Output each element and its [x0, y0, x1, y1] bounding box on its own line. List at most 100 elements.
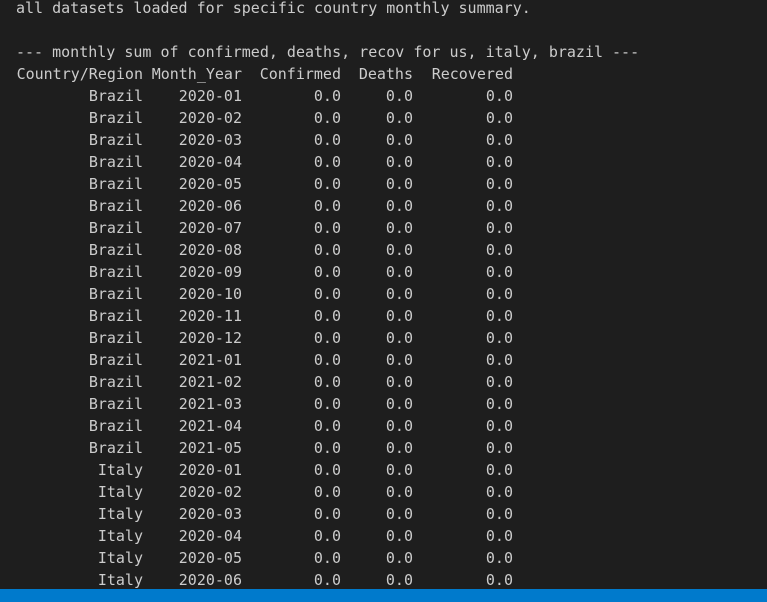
month-year-cell: 2020-04	[178, 527, 242, 545]
country-cell: Brazil	[88, 87, 143, 105]
table-row: Brazil 2020-10 0.0 0.0 0.0	[0, 283, 560, 305]
terminal-output[interactable]: all datasets loaded for specific country…	[0, 0, 767, 589]
deaths-cell: 0.0	[385, 351, 413, 369]
confirmed-cell: 0.0	[313, 87, 341, 105]
recovered-cell: 0.0	[485, 527, 513, 545]
deaths-cell: 0.0	[385, 505, 413, 523]
output-line-loaded: all datasets loaded for specific country…	[16, 0, 531, 17]
confirmed-cell: 0.0	[313, 263, 341, 281]
month-year-cell: 2021-05	[178, 439, 242, 457]
recovered-cell: 0.0	[485, 241, 513, 259]
month-year-cell: 2020-03	[178, 505, 242, 523]
deaths-cell: 0.0	[385, 461, 413, 479]
table-row: Brazil 2020-03 0.0 0.0 0.0	[0, 129, 560, 151]
recovered-cell: 0.0	[485, 175, 513, 193]
deaths-cell: 0.0	[385, 549, 413, 567]
month-year-cell: 2020-10	[178, 285, 242, 303]
confirmed-cell: 0.0	[313, 153, 341, 171]
recovered-cell: 0.0	[485, 549, 513, 567]
month-year-cell: 2020-01	[178, 461, 242, 479]
column-header-recovered: Recovered	[431, 65, 513, 83]
recovered-cell: 0.0	[485, 131, 513, 149]
confirmed-cell: 0.0	[313, 395, 341, 413]
confirmed-cell: 0.0	[313, 483, 341, 501]
confirmed-cell: 0.0	[313, 285, 341, 303]
month-year-cell: 2020-06	[178, 571, 242, 589]
month-year-cell: 2021-01	[178, 351, 242, 369]
deaths-cell: 0.0	[385, 285, 413, 303]
month-year-cell: 2021-02	[178, 373, 242, 391]
recovered-cell: 0.0	[485, 329, 513, 347]
country-cell: Brazil	[88, 263, 143, 281]
column-header-confirmed: Confirmed	[259, 65, 341, 83]
confirmed-cell: 0.0	[313, 241, 341, 259]
table-row: Italy 2020-04 0.0 0.0 0.0	[0, 525, 560, 547]
confirmed-cell: 0.0	[313, 175, 341, 193]
confirmed-cell: 0.0	[313, 373, 341, 391]
month-year-cell: 2020-12	[178, 329, 242, 347]
confirmed-cell: 0.0	[313, 197, 341, 215]
month-year-cell: 2020-05	[178, 175, 242, 193]
recovered-cell: 0.0	[485, 483, 513, 501]
confirmed-cell: 0.0	[313, 571, 341, 589]
deaths-cell: 0.0	[385, 131, 413, 149]
table-row: Brazil 2021-05 0.0 0.0 0.0	[0, 437, 560, 459]
recovered-cell: 0.0	[485, 417, 513, 435]
country-cell: Brazil	[88, 329, 143, 347]
table-row: Italy 2020-06 0.0 0.0 0.0	[0, 569, 560, 589]
recovered-cell: 0.0	[485, 307, 513, 325]
deaths-cell: 0.0	[385, 439, 413, 457]
table-header: Country/Region Month_Year Confirmed Deat…	[0, 63, 560, 85]
recovered-cell: 0.0	[485, 571, 513, 589]
country-cell: Brazil	[88, 241, 143, 259]
table-row: Brazil 2021-04 0.0 0.0 0.0	[0, 415, 560, 437]
country-cell: Brazil	[88, 395, 143, 413]
deaths-cell: 0.0	[385, 153, 413, 171]
month-year-cell: 2021-04	[178, 417, 242, 435]
country-cell: Italy	[97, 549, 143, 567]
table-row: Brazil 2020-02 0.0 0.0 0.0	[0, 107, 560, 129]
deaths-cell: 0.0	[385, 197, 413, 215]
deaths-cell: 0.0	[385, 175, 413, 193]
confirmed-cell: 0.0	[313, 461, 341, 479]
confirmed-cell: 0.0	[313, 131, 341, 149]
month-year-cell: 2020-08	[178, 241, 242, 259]
confirmed-cell: 0.0	[313, 439, 341, 457]
recovered-cell: 0.0	[485, 461, 513, 479]
country-cell: Brazil	[88, 373, 143, 391]
deaths-cell: 0.0	[385, 263, 413, 281]
confirmed-cell: 0.0	[313, 417, 341, 435]
column-header-deaths: Deaths	[358, 65, 413, 83]
table-row: Brazil 2020-06 0.0 0.0 0.0	[0, 195, 560, 217]
month-year-cell: 2020-04	[178, 153, 242, 171]
deaths-cell: 0.0	[385, 571, 413, 589]
recovered-cell: 0.0	[485, 219, 513, 237]
recovered-cell: 0.0	[485, 395, 513, 413]
month-year-cell: 2020-06	[178, 197, 242, 215]
deaths-cell: 0.0	[385, 109, 413, 127]
month-year-cell: 2020-03	[178, 131, 242, 149]
recovered-cell: 0.0	[485, 285, 513, 303]
table-row: Brazil 2020-07 0.0 0.0 0.0	[0, 217, 560, 239]
status-bar	[0, 589, 767, 602]
month-year-cell: 2020-02	[178, 483, 242, 501]
confirmed-cell: 0.0	[313, 351, 341, 369]
recovered-cell: 0.0	[485, 505, 513, 523]
deaths-cell: 0.0	[385, 373, 413, 391]
table-row: Brazil 2021-01 0.0 0.0 0.0	[0, 349, 560, 371]
deaths-cell: 0.0	[385, 395, 413, 413]
column-header-month-year: Month_Year	[151, 65, 242, 83]
confirmed-cell: 0.0	[313, 109, 341, 127]
country-cell: Italy	[97, 571, 143, 589]
recovered-cell: 0.0	[485, 153, 513, 171]
confirmed-cell: 0.0	[313, 505, 341, 523]
confirmed-cell: 0.0	[313, 549, 341, 567]
deaths-cell: 0.0	[385, 307, 413, 325]
table-row: Brazil 2020-05 0.0 0.0 0.0	[0, 173, 560, 195]
table-row: Italy 2020-01 0.0 0.0 0.0	[0, 459, 560, 481]
table-row: Italy 2020-05 0.0 0.0 0.0	[0, 547, 560, 569]
column-header-country: Country/Region	[16, 65, 143, 83]
country-cell: Italy	[97, 461, 143, 479]
deaths-cell: 0.0	[385, 329, 413, 347]
country-cell: Brazil	[88, 219, 143, 237]
